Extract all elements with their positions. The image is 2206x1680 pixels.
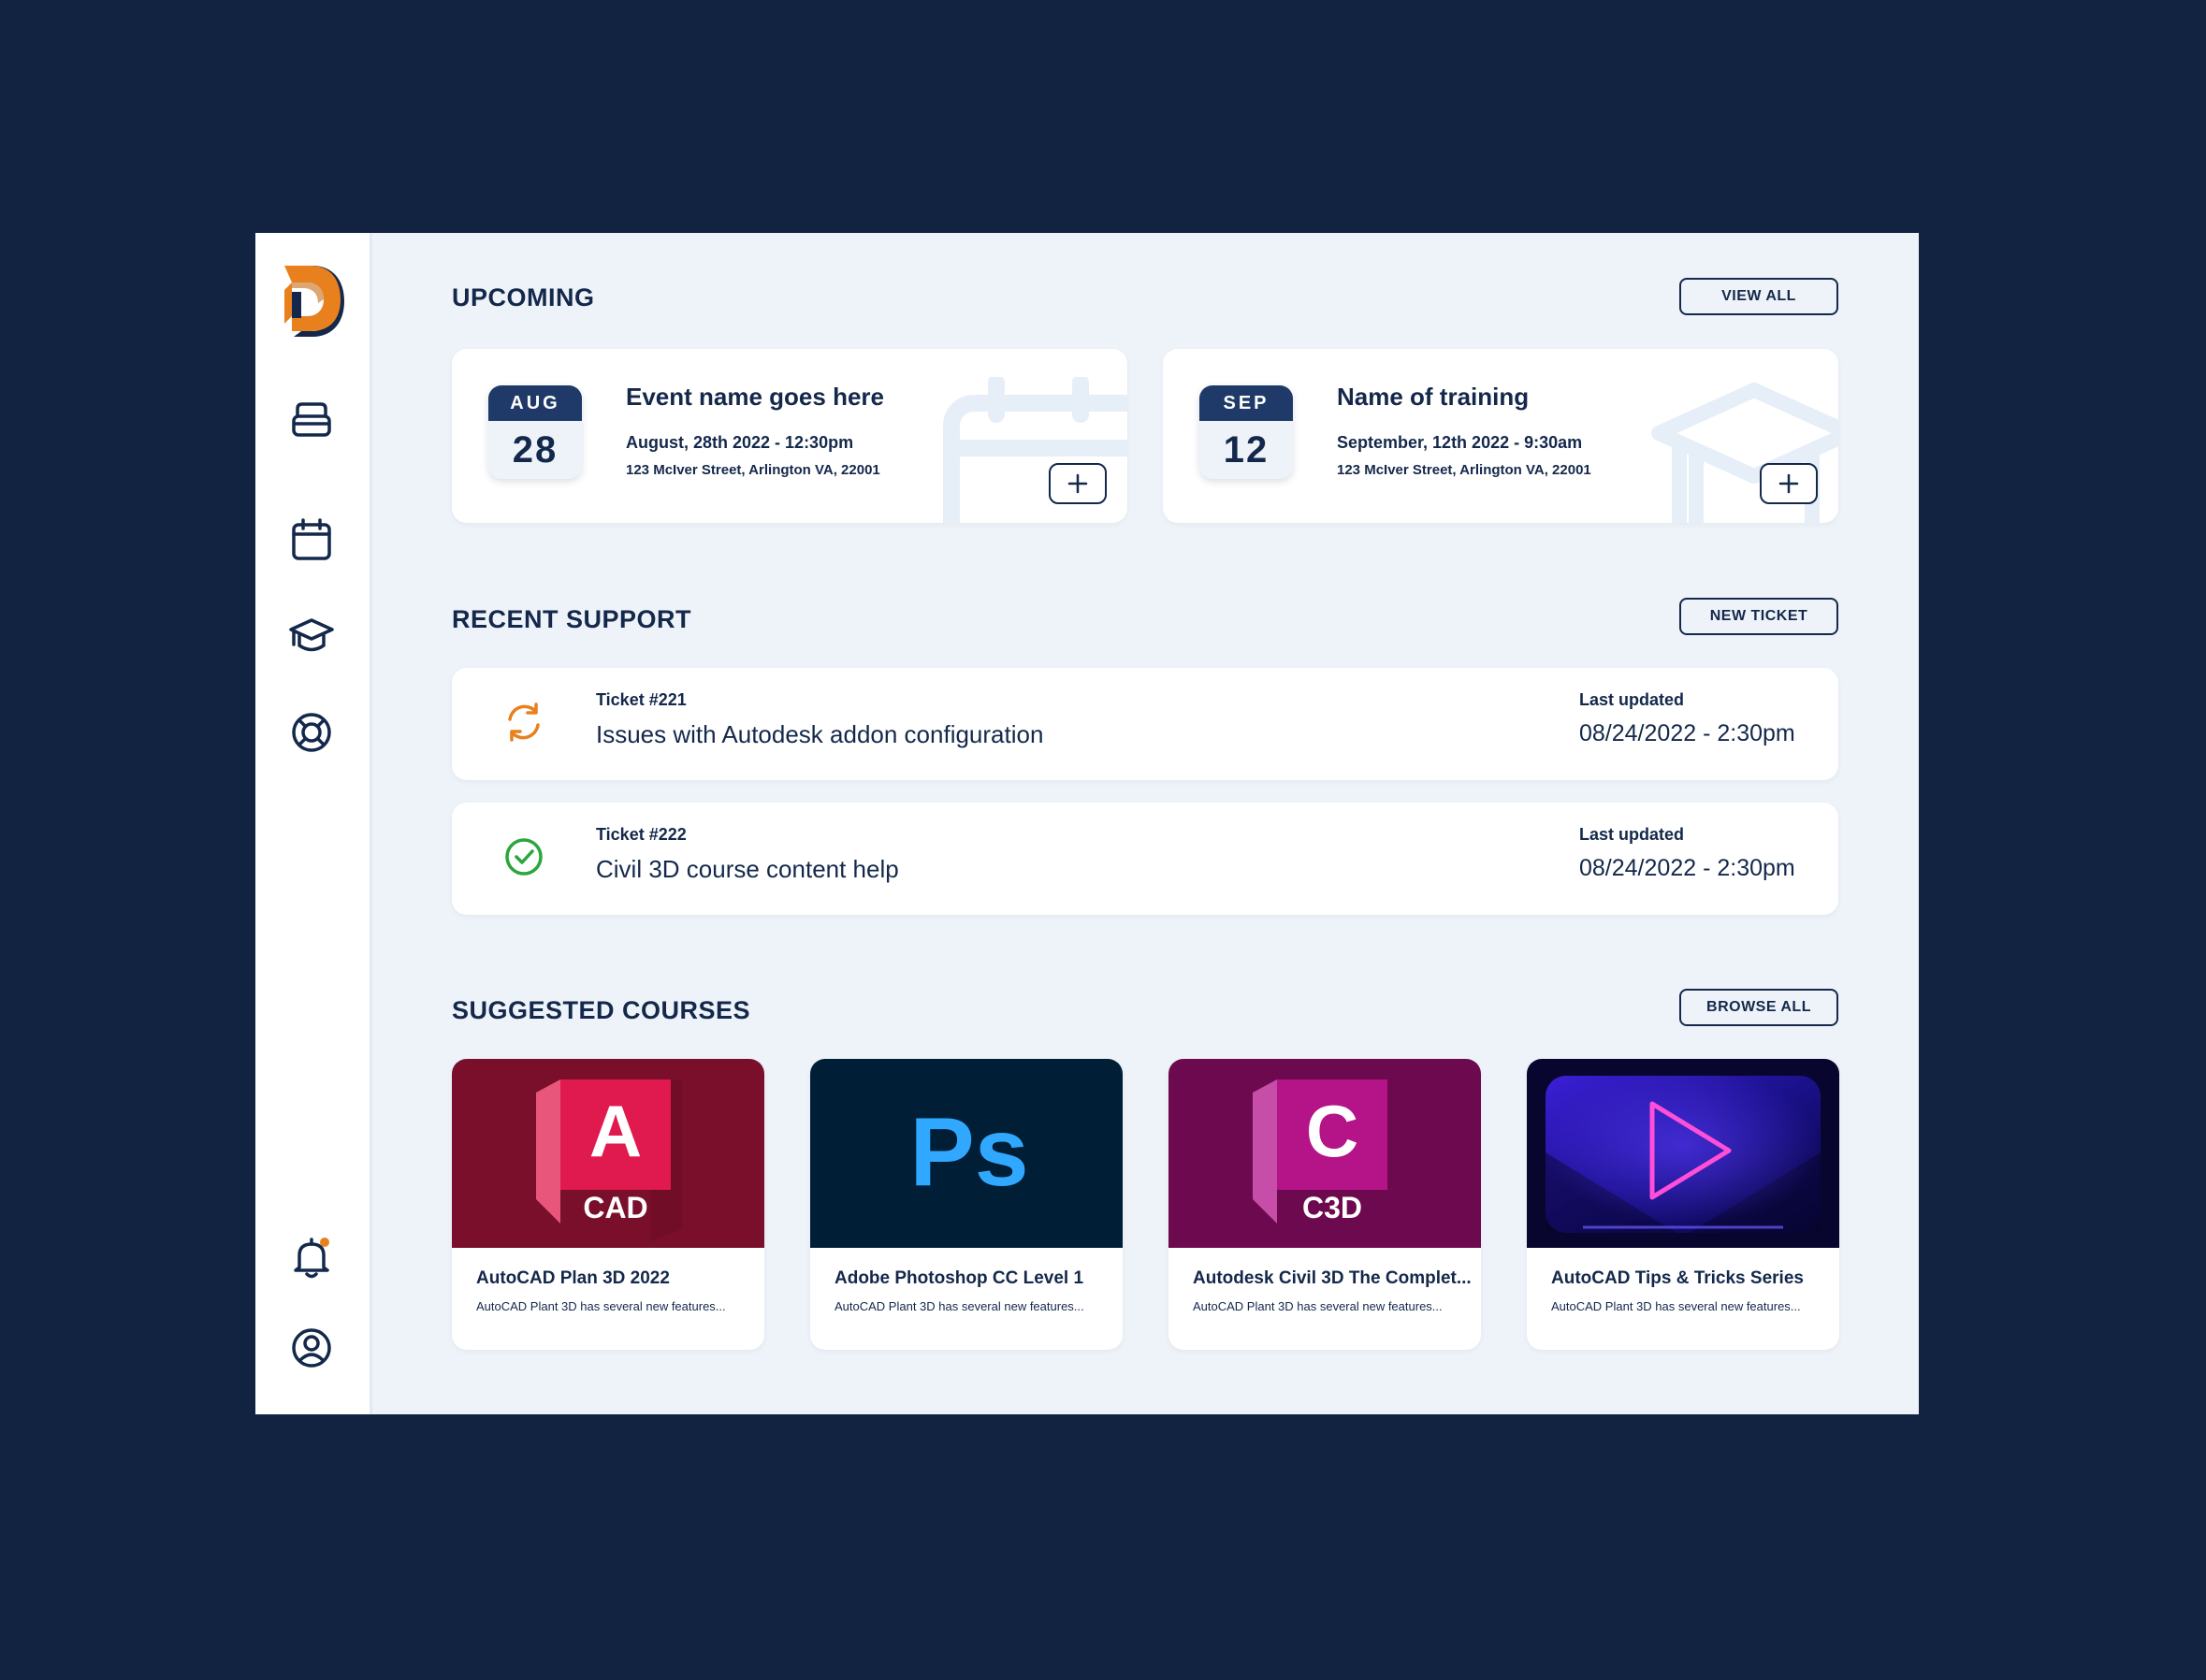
- notification-dot: [320, 1238, 329, 1247]
- date-month: SEP: [1199, 385, 1293, 421]
- last-updated-label: Last updated: [1579, 690, 1685, 709]
- new-ticket-button[interactable]: NEW TICKET: [1679, 598, 1838, 635]
- course-description: AutoCAD Plant 3D has several new feature…: [1551, 1299, 1801, 1313]
- thumb-letter: C: [1306, 1090, 1358, 1172]
- add-to-calendar-button[interactable]: [1760, 463, 1818, 504]
- last-updated-value: 08/24/2022 - 2:30pm: [1579, 855, 1795, 881]
- course-card[interactable]: C C3D Autodesk Civil 3D The Complet... A…: [1168, 1059, 1481, 1350]
- ticket-row[interactable]: Ticket #221 Issues with Autodesk addon c…: [452, 668, 1838, 780]
- view-all-button[interactable]: VIEW ALL: [1679, 278, 1838, 315]
- event-card[interactable]: SEP 12 Name of training September, 12th …: [1163, 349, 1838, 523]
- date-day: 28: [512, 428, 559, 471]
- course-title: Autodesk Civil 3D The Complet...: [1193, 1268, 1472, 1288]
- course-description: AutoCAD Plant 3D has several new feature…: [476, 1299, 726, 1313]
- event-datetime: August, 28th 2022 - 12:30pm: [626, 433, 854, 452]
- course-title: AutoCAD Plan 3D 2022: [476, 1268, 670, 1288]
- main-content: UPCOMING VIEW ALL AUG 28 Event name goes…: [452, 233, 1839, 1414]
- plus-icon: [1067, 473, 1088, 494]
- course-description: AutoCAD Plant 3D has several new feature…: [1193, 1299, 1443, 1313]
- event-address: 123 McIver Street, Arlington VA, 22001: [1337, 462, 1591, 478]
- course-card[interactable]: AutoCAD Tips & Tricks Series AutoCAD Pla…: [1527, 1059, 1839, 1350]
- course-card[interactable]: A CAD AutoCAD Plan 3D 2022 AutoCAD Plant…: [452, 1059, 764, 1350]
- profile-button[interactable]: [288, 1325, 335, 1371]
- lifebuoy-icon: [292, 713, 331, 752]
- ticket-subject: Issues with Autodesk addon configuration: [596, 720, 1044, 748]
- course-title: AutoCAD Tips & Tricks Series: [1551, 1268, 1804, 1288]
- event-title: Name of training: [1337, 383, 1530, 411]
- sidebar: [255, 233, 372, 1414]
- ticket-number: Ticket #221: [596, 690, 687, 709]
- user-circle-icon: [292, 1328, 331, 1368]
- app-logo[interactable]: [281, 264, 346, 339]
- last-updated-value: 08/24/2022 - 2:30pm: [1579, 720, 1795, 746]
- course-description: AutoCAD Plant 3D has several new feature…: [835, 1299, 1084, 1313]
- upcoming-title: UPCOMING: [452, 283, 595, 311]
- nav-calendar[interactable]: [288, 516, 335, 563]
- video-thumbnail: [1527, 1059, 1839, 1248]
- ticket-number: Ticket #222: [596, 825, 687, 844]
- date-month: AUG: [488, 385, 582, 421]
- app-window: UPCOMING VIEW ALL AUG 28 Event name goes…: [255, 233, 1919, 1414]
- last-updated-label: Last updated: [1579, 825, 1685, 844]
- add-to-calendar-button[interactable]: [1049, 463, 1107, 504]
- autocad-thumbnail: A CAD: [452, 1059, 764, 1248]
- thumb-letter: A: [589, 1090, 642, 1172]
- event-datetime: September, 12th 2022 - 9:30am: [1337, 433, 1583, 452]
- date-badge: SEP 12: [1199, 385, 1293, 479]
- ticket-row[interactable]: Ticket #222 Civil 3D course content help…: [452, 803, 1838, 915]
- event-address: 123 McIver Street, Arlington VA, 22001: [626, 462, 880, 478]
- date-day: 12: [1223, 428, 1270, 471]
- course-card[interactable]: Ps Adobe Photoshop CC Level 1 AutoCAD Pl…: [810, 1059, 1123, 1350]
- recent-support-title: RECENT SUPPORT: [452, 605, 692, 633]
- check-circle-icon: [505, 838, 543, 876]
- plus-icon: [1778, 473, 1799, 494]
- thumb-letter: Ps: [909, 1098, 1028, 1207]
- calendar-icon: [292, 518, 331, 560]
- thumb-caption: CAD: [583, 1191, 647, 1224]
- ticket-subject: Civil 3D course content help: [596, 855, 899, 883]
- inbox-tray-icon: [292, 402, 331, 437]
- civil3d-thumbnail: C C3D: [1168, 1059, 1481, 1248]
- suggested-courses-title: SUGGESTED COURSES: [452, 996, 751, 1024]
- nav-support[interactable]: [288, 709, 335, 756]
- refresh-icon: [508, 702, 540, 742]
- thumb-caption: C3D: [1302, 1191, 1362, 1224]
- date-badge: AUG 28: [488, 385, 582, 479]
- event-card[interactable]: AUG 28 Event name goes here August, 28th…: [452, 349, 1127, 523]
- photoshop-thumbnail: Ps: [810, 1059, 1123, 1248]
- browse-all-button[interactable]: BROWSE ALL: [1679, 989, 1838, 1026]
- graduation-cap-icon: [289, 618, 334, 652]
- nav-inbox[interactable]: [288, 396, 335, 442]
- course-title: Adobe Photoshop CC Level 1: [835, 1268, 1084, 1288]
- event-title: Event name goes here: [626, 383, 884, 411]
- nav-training[interactable]: [288, 613, 335, 659]
- notifications-button[interactable]: [288, 1234, 335, 1281]
